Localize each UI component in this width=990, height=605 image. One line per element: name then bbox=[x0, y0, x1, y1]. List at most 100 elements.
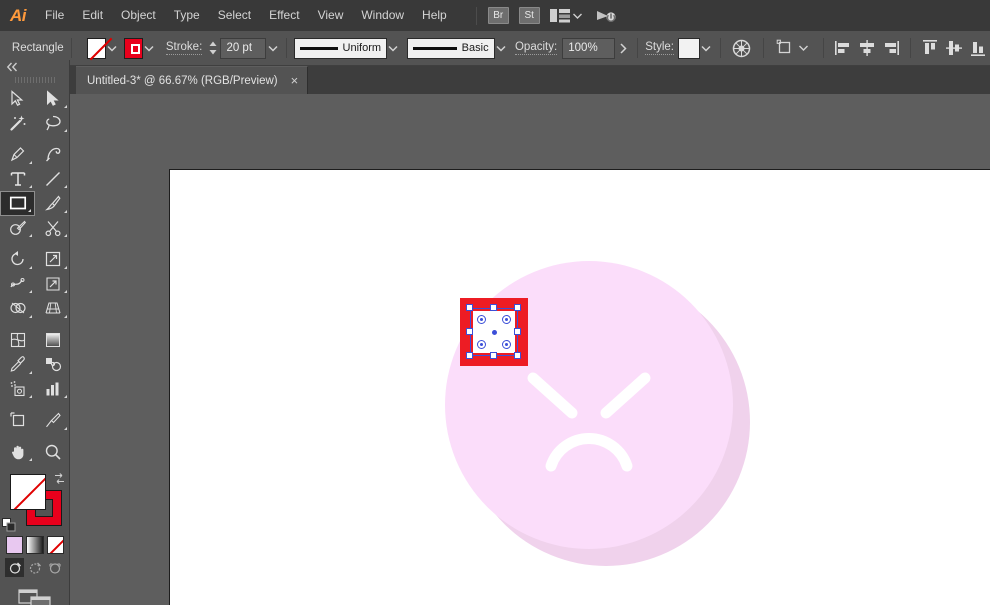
swap-fill-stroke-button[interactable] bbox=[53, 472, 66, 485]
menu-help[interactable]: Help bbox=[413, 0, 456, 31]
brush-definition-dropdown[interactable]: Basic bbox=[406, 37, 495, 59]
stroke-weight-label[interactable]: Stroke: bbox=[165, 41, 203, 55]
menu-select[interactable]: Select bbox=[209, 0, 260, 31]
width-tool[interactable] bbox=[0, 272, 35, 297]
scissors-tool[interactable] bbox=[35, 216, 70, 241]
width-profile-dropdown[interactable]: Uniform bbox=[294, 37, 388, 59]
align-horizontal-center-button[interactable] bbox=[858, 39, 876, 57]
handle-middle-left[interactable] bbox=[466, 328, 473, 335]
fill-color-swatch[interactable] bbox=[10, 474, 46, 510]
handle-bottom-center[interactable] bbox=[490, 352, 497, 359]
shape-builder-tool[interactable] bbox=[0, 296, 35, 321]
column-graph-tool[interactable] bbox=[35, 377, 70, 402]
opacity-expand-icon[interactable] bbox=[615, 38, 630, 59]
artboard[interactable] bbox=[169, 169, 990, 605]
stock-button[interactable]: St bbox=[518, 7, 540, 24]
draw-normal-button[interactable] bbox=[5, 558, 24, 577]
shaper-tool[interactable] bbox=[0, 216, 35, 241]
pen-tool[interactable] bbox=[0, 142, 35, 167]
canvas-area[interactable] bbox=[70, 94, 990, 605]
menu-view[interactable]: View bbox=[309, 0, 353, 31]
slice-tool[interactable] bbox=[35, 408, 70, 433]
stroke-weight-input[interactable]: 20 pt bbox=[220, 37, 267, 59]
align-vertical-center-button[interactable] bbox=[945, 39, 963, 57]
arrange-documents-button[interactable] bbox=[547, 5, 588, 27]
brush-definition-chevron-down-icon[interactable] bbox=[495, 38, 508, 59]
paintbrush-tool[interactable] bbox=[35, 191, 70, 216]
draw-behind-button[interactable] bbox=[25, 558, 44, 577]
collapse-panel-button[interactable] bbox=[0, 60, 69, 74]
artboard-tool[interactable] bbox=[0, 408, 35, 433]
free-transform-tool[interactable] bbox=[35, 272, 70, 297]
magic-wand-tool[interactable] bbox=[0, 111, 35, 136]
handle-bottom-left[interactable] bbox=[466, 352, 473, 359]
stroke-swatch[interactable] bbox=[123, 37, 143, 59]
scale-tool[interactable] bbox=[35, 247, 70, 272]
hand-tool[interactable] bbox=[0, 440, 35, 465]
menu-type[interactable]: Type bbox=[165, 0, 209, 31]
corner-radius-widget-bottom-left[interactable] bbox=[477, 340, 486, 349]
corner-radius-widget-top-left[interactable] bbox=[477, 315, 486, 324]
handle-top-right[interactable] bbox=[514, 304, 521, 311]
width-profile-chevron-down-icon[interactable] bbox=[387, 38, 400, 59]
menu-file[interactable]: File bbox=[36, 0, 73, 31]
transform-button[interactable] bbox=[773, 37, 814, 59]
handle-top-center[interactable] bbox=[490, 304, 497, 311]
corner-radius-widget-top-right[interactable] bbox=[502, 315, 511, 324]
handle-top-left[interactable] bbox=[466, 304, 473, 311]
none-button[interactable] bbox=[46, 536, 64, 554]
fill-swatch[interactable] bbox=[87, 37, 107, 59]
close-icon[interactable]: × bbox=[291, 74, 299, 87]
stroke-chevron-down-icon[interactable] bbox=[143, 38, 156, 59]
panel-grip[interactable] bbox=[0, 74, 69, 86]
curvature-tool[interactable] bbox=[35, 142, 70, 167]
gradient-button[interactable] bbox=[26, 536, 44, 554]
mesh-tool[interactable] bbox=[0, 328, 35, 353]
opacity-input[interactable]: 100% bbox=[562, 37, 616, 59]
control-divider bbox=[910, 38, 911, 58]
flyout-indicator bbox=[64, 426, 67, 430]
opacity-label[interactable]: Opacity: bbox=[514, 41, 558, 55]
handle-bottom-right[interactable] bbox=[514, 352, 521, 359]
stroke-weight-stepper[interactable] bbox=[208, 38, 218, 59]
style-label[interactable]: Style: bbox=[645, 41, 674, 55]
free-transform-tool-icon bbox=[45, 277, 60, 291]
stroke-weight-chevron-down-icon[interactable] bbox=[266, 38, 279, 59]
type-tool-icon bbox=[10, 172, 25, 186]
search-adobe-stock-button[interactable] bbox=[592, 5, 620, 27]
rectangle-shape[interactable] bbox=[456, 294, 532, 370]
menu-effect[interactable]: Effect bbox=[260, 0, 308, 31]
align-left-button[interactable] bbox=[834, 39, 852, 57]
bridge-button[interactable]: Br bbox=[487, 7, 509, 24]
style-chevron-down-icon[interactable] bbox=[700, 38, 713, 59]
lasso-tool[interactable] bbox=[35, 111, 70, 136]
rotate-tool[interactable] bbox=[0, 247, 35, 272]
blend-tool[interactable] bbox=[35, 352, 70, 377]
draw-inside-button[interactable] bbox=[45, 558, 64, 577]
align-bottom-button[interactable] bbox=[969, 39, 987, 57]
gradient-tool[interactable] bbox=[35, 328, 70, 353]
default-fill-stroke-button[interactable] bbox=[2, 518, 16, 532]
zoom-tool[interactable] bbox=[35, 440, 70, 465]
line-segment-tool[interactable] bbox=[35, 167, 70, 192]
menu-object[interactable]: Object bbox=[112, 0, 165, 31]
recolor-artwork-button[interactable] bbox=[729, 37, 754, 59]
document-tab[interactable]: Untitled-3* @ 66.67% (RGB/Preview) × bbox=[76, 66, 309, 94]
control-divider bbox=[70, 38, 72, 58]
menu-window[interactable]: Window bbox=[352, 0, 413, 31]
handle-middle-right[interactable] bbox=[514, 328, 521, 335]
align-right-button[interactable] bbox=[882, 39, 900, 57]
rectangle-tool[interactable] bbox=[0, 191, 35, 216]
type-tool[interactable] bbox=[0, 167, 35, 192]
symbol-sprayer-tool[interactable] bbox=[0, 377, 35, 402]
color-button[interactable] bbox=[6, 536, 24, 554]
selection-tool[interactable] bbox=[0, 86, 35, 111]
menu-edit[interactable]: Edit bbox=[73, 0, 112, 31]
eyedropper-tool[interactable] bbox=[0, 352, 35, 377]
graphic-style-swatch[interactable] bbox=[678, 37, 700, 59]
perspective-grid-tool[interactable] bbox=[35, 296, 70, 321]
change-screen-mode-button[interactable] bbox=[0, 577, 69, 605]
direct-selection-tool[interactable] bbox=[35, 86, 70, 111]
corner-radius-widget-bottom-right[interactable] bbox=[502, 340, 511, 349]
align-top-button[interactable] bbox=[921, 39, 939, 57]
